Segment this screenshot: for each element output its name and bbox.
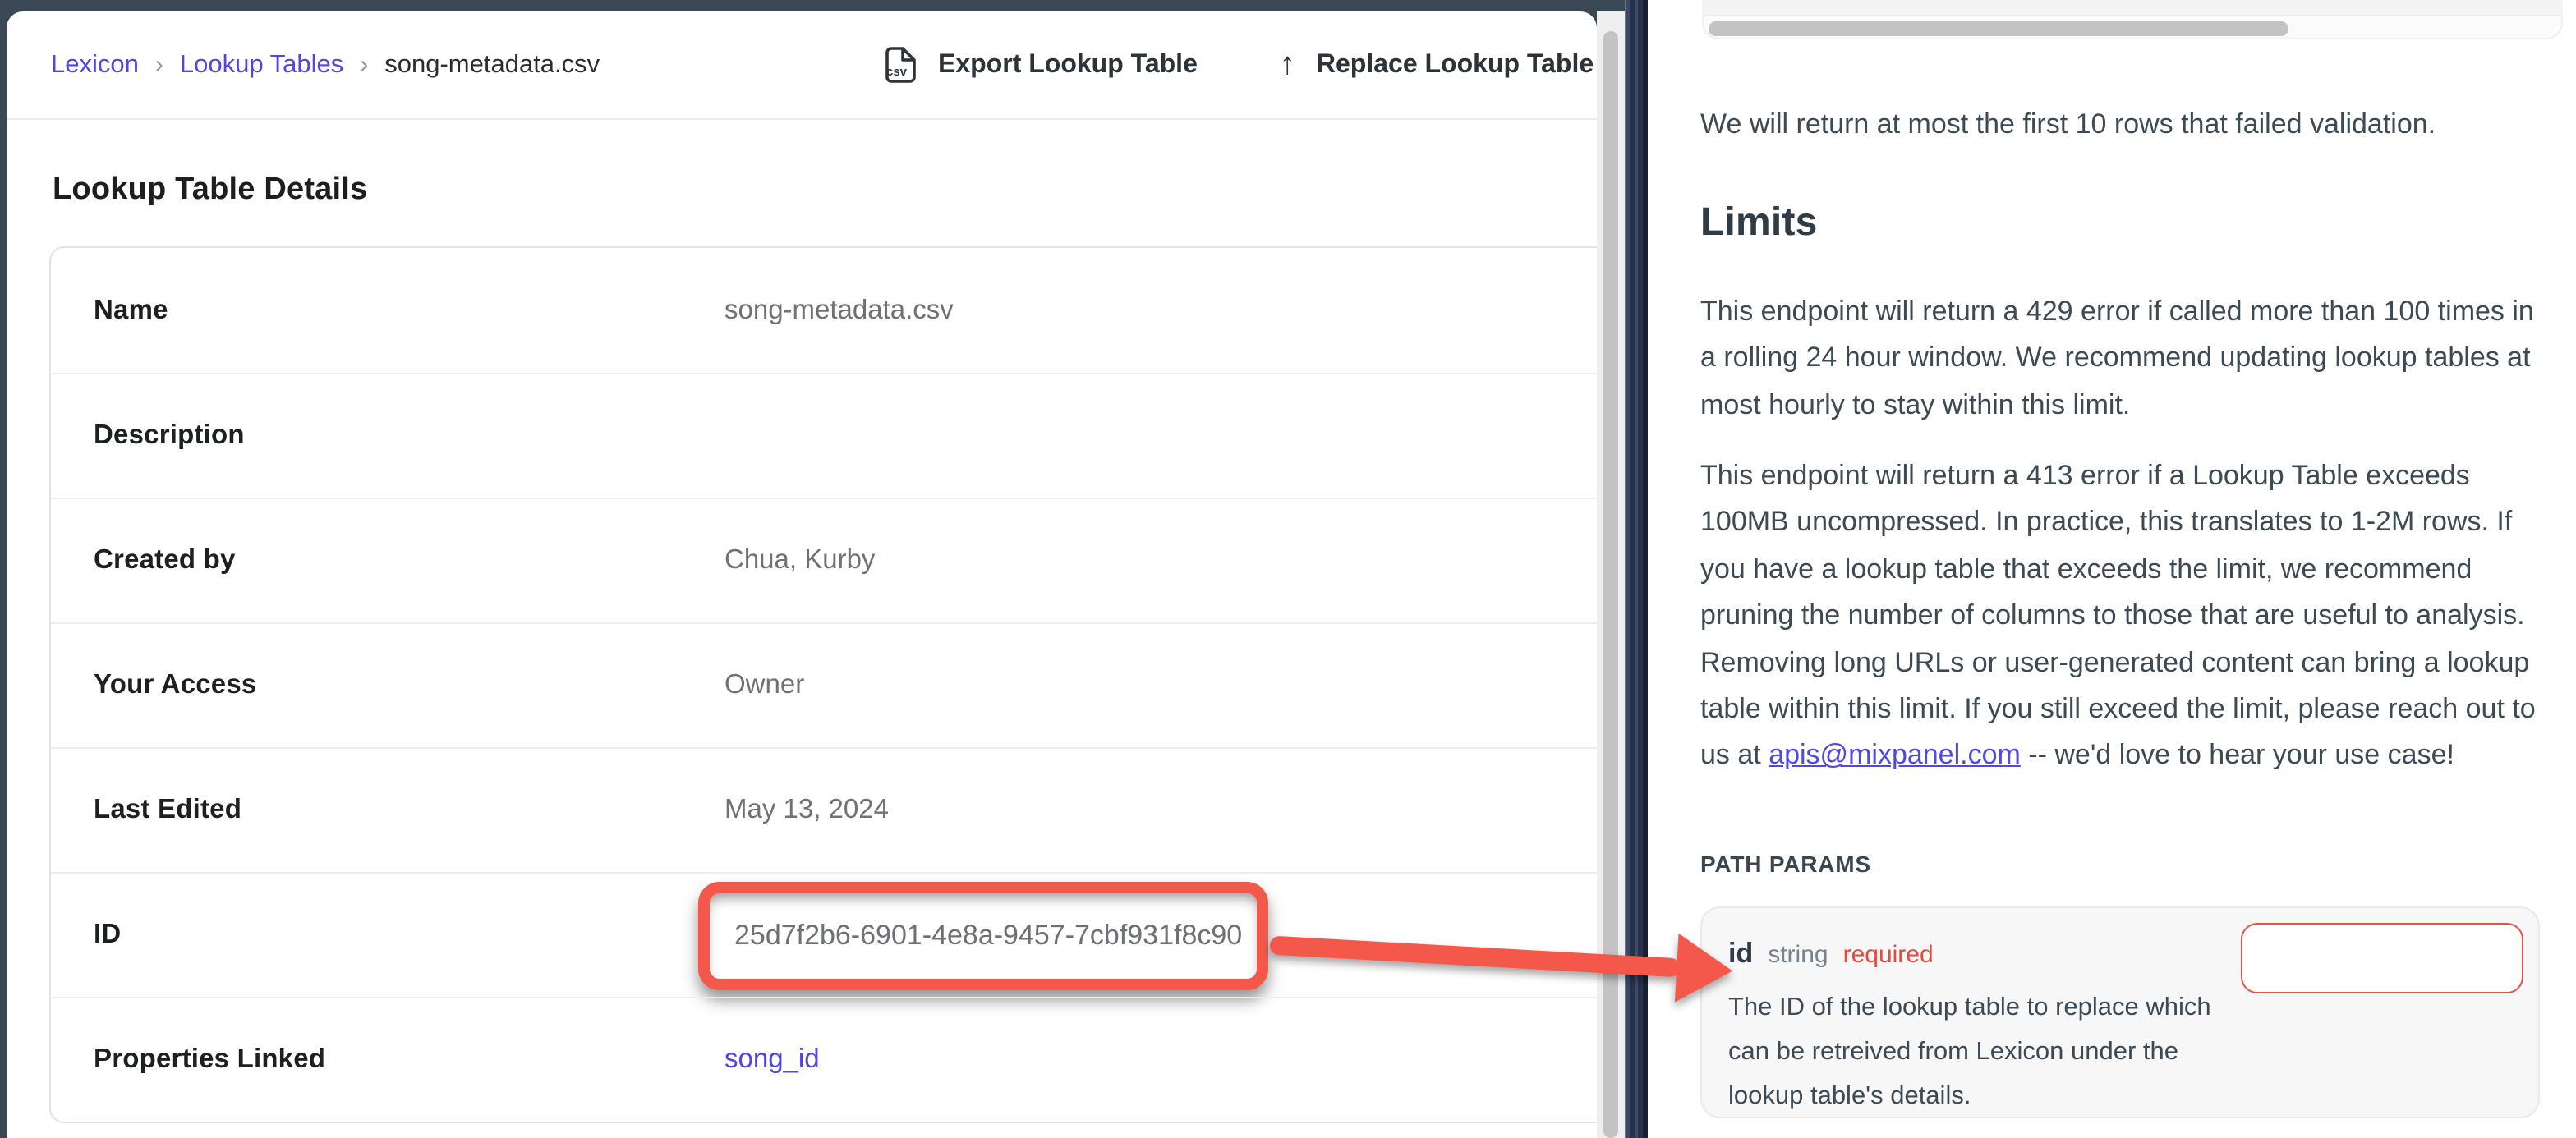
breadcrumb-separator: › bbox=[155, 51, 163, 79]
export-button-label: Export Lookup Table bbox=[938, 50, 1198, 80]
left-vertical-scrollbar-track bbox=[1597, 11, 1625, 1138]
details-row-last-edited: Last EditedMay 13, 2024 bbox=[51, 747, 1597, 872]
lookup-table-details-panel: Lexicon›Lookup Tables›song-metadata.csv … bbox=[7, 11, 1597, 1138]
breadcrumb: Lexicon › Lookup Tables › song-metadata.csv bbox=[51, 11, 600, 118]
id-param-header: id string required bbox=[1728, 938, 1934, 971]
row-label: Name bbox=[94, 295, 724, 326]
docs-intro-text: We will return at most the first 10 rows… bbox=[1700, 102, 2546, 146]
code-horizontal-scrollbar-thumb[interactable] bbox=[1709, 21, 2288, 35]
details-row-your-access: Your AccessOwner bbox=[51, 622, 1597, 747]
details-row-name: Namesong-metadata.csv bbox=[51, 248, 1597, 373]
param-required-badge: required bbox=[1843, 941, 1934, 969]
row-label: Properties Linked bbox=[94, 1044, 724, 1076]
details-card: Namesong-metadata.csv Description Created … bbox=[49, 246, 1597, 1123]
row-value: song-metadata.csv bbox=[724, 295, 954, 326]
row-label: Your Access bbox=[94, 670, 724, 701]
details-row-description: Description bbox=[51, 373, 1597, 498]
row-value: Chua, Kurby bbox=[724, 545, 875, 576]
export-lookup-table-button[interactable]: csv Export Lookup Table bbox=[884, 46, 1198, 84]
up-arrow-icon: ↑ bbox=[1280, 49, 1295, 80]
api-docs-panel: We will return at most the first 10 rows… bbox=[1648, 0, 2576, 1138]
screenshot-root: Lexicon›Lookup Tables›song-metadata.csv … bbox=[0, 0, 2576, 1138]
limits-heading: Limits bbox=[1700, 200, 1818, 246]
breadcrumb-separator: › bbox=[360, 51, 368, 79]
row-label: Created by bbox=[94, 545, 724, 576]
row-label: ID bbox=[94, 920, 724, 951]
id-param-input[interactable] bbox=[2241, 923, 2523, 993]
breadcrumb-item-lookup-tables[interactable]: Lookup Tables bbox=[180, 50, 343, 80]
limits-paragraph-2-tail: -- we'd love to hear your use case! bbox=[2021, 740, 2454, 771]
row-label: Last Edited bbox=[94, 795, 724, 826]
left-panel-header: Lexicon›Lookup Tables›song-metadata.csv … bbox=[7, 11, 1597, 120]
row-value: Owner bbox=[724, 670, 804, 701]
id-param-card: id string required The ID of the lookup … bbox=[1700, 906, 2540, 1118]
limits-paragraph-1: This endpoint will return a 429 error if… bbox=[1700, 289, 2546, 429]
limits-paragraph-2: This endpoint will return a 413 error if… bbox=[1700, 453, 2546, 780]
path-params-heading: PATH PARAMS bbox=[1700, 851, 1871, 877]
breadcrumb-item-lexicon[interactable]: Lexicon bbox=[51, 50, 139, 80]
details-row-created-by: Created byChua, Kurby bbox=[51, 498, 1597, 622]
code-block-background bbox=[1702, 0, 2563, 16]
replace-lookup-table-button[interactable]: ↑ Replace Lookup Table bbox=[1280, 49, 1594, 80]
csv-file-icon: csv bbox=[884, 46, 917, 84]
red-annotation-box: 25d7f2b6-6901-4e8a-9457-7cbf931f8c90 bbox=[698, 882, 1268, 990]
apis-mixpanel-email-link[interactable]: apis@mixpanel.com bbox=[1769, 740, 2021, 771]
row-value: May 13, 2024 bbox=[724, 795, 889, 826]
linked-property-link[interactable]: song_id bbox=[724, 1044, 820, 1074]
row-label: Description bbox=[94, 420, 724, 452]
param-description: The ID of the lookup table to replace wh… bbox=[1728, 985, 2215, 1118]
replace-button-label: Replace Lookup Table bbox=[1317, 50, 1594, 80]
breadcrumb-item-song-metadata-csv: song-metadata.csv bbox=[384, 50, 600, 80]
left-vertical-scrollbar-thumb[interactable] bbox=[1603, 31, 1618, 1138]
svg-text:csv: csv bbox=[886, 65, 908, 79]
row-value: song_id bbox=[724, 1044, 820, 1076]
details-row-properties-linked: Properties Linkedsong_id bbox=[51, 997, 1597, 1122]
code-block-bottom bbox=[1702, 0, 2563, 39]
param-name: id bbox=[1728, 938, 1753, 971]
id-value: 25d7f2b6-6901-4e8a-9457-7cbf931f8c90 bbox=[734, 920, 1242, 952]
param-type: string bbox=[1768, 941, 1828, 969]
page-title: Lookup Table Details bbox=[53, 172, 367, 209]
panel-divider bbox=[1625, 0, 1648, 1138]
limits-paragraph-2-text: This endpoint will return a 413 error if… bbox=[1700, 460, 2536, 771]
toolbar: csv Export Lookup Table ↑ Replace Lookup… bbox=[884, 11, 1594, 118]
details-row-id: ID 25d7f2b6-6901-4e8a-9457-7cbf931f8c90 bbox=[51, 872, 1597, 997]
